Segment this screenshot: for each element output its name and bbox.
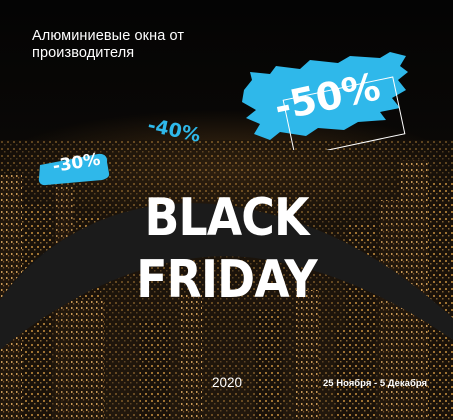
headline-text: Алюминиевые окна от производителя — [32, 28, 185, 61]
title-black: BLACK — [144, 188, 309, 248]
black-friday-banner: Алюминиевые окна от производителя -30% -… — [0, 0, 453, 420]
year-label: 2020 — [212, 375, 243, 390]
title-friday: FRIDAY — [136, 250, 317, 310]
date-range-label: 25 Ноября - 5 Декабря — [323, 378, 428, 389]
